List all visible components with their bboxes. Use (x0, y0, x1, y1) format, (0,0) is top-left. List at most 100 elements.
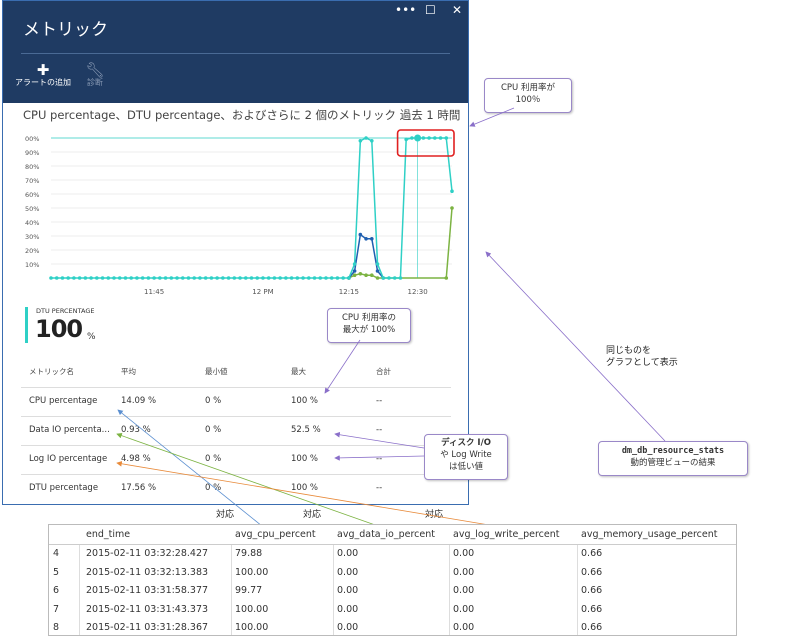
data-point (312, 276, 317, 280)
data-point (375, 262, 380, 266)
result-row[interactable]: 4 2015-02-11 03:32:28.427 79.88 0.00 0.00 0.6… (49, 544, 736, 563)
metrics-cell: -- (376, 454, 383, 464)
data-point (140, 276, 145, 280)
data-point (117, 276, 122, 280)
more-icon[interactable]: ••• (395, 3, 416, 17)
data-point (370, 273, 374, 277)
data-point (427, 136, 431, 140)
dtu-unit: % (87, 332, 96, 342)
result-column-header[interactable]: avg_data_io_percent (337, 529, 435, 540)
metrics-column-header: メトリック名 (29, 367, 74, 376)
result-row[interactable]: 7 2015-02-11 03:31:43.373 100.00 0.00 0.00 0.… (49, 600, 736, 619)
result-column-header[interactable]: avg_cpu_percent (235, 529, 316, 540)
data-point (169, 276, 174, 280)
row-number: 8 (53, 622, 60, 633)
metrics-cell: Log IO percentage (29, 454, 108, 464)
data-point (329, 276, 334, 280)
data-point (226, 276, 231, 280)
row-number: 5 (53, 566, 60, 578)
result-column-header[interactable]: avg_memory_usage_percent (581, 529, 717, 540)
data-point (180, 276, 185, 280)
hover-point (414, 134, 422, 142)
y-tick-label: 90% (25, 149, 39, 157)
data-point (198, 276, 202, 280)
metrics-table-row[interactable]: CPU percentage 14.09 % 0 % 100 % -- (21, 387, 451, 417)
metrics-cell: Data IO percenta... (29, 425, 110, 435)
maximize-icon[interactable]: ☐ (425, 3, 436, 17)
plus-icon: ✚ (36, 61, 50, 79)
callout-cpu-100-line1: CPU 利用率が (501, 83, 555, 93)
add-alert-button[interactable]: ✚ アラートの追加 (13, 63, 73, 88)
metrics-cell: 100 % (291, 483, 319, 493)
data-point (301, 276, 305, 280)
data-point (450, 189, 454, 193)
data-point (295, 276, 300, 280)
data-point (192, 276, 197, 280)
result-cell: 0.66 (581, 548, 603, 559)
metrics-cell: 0 % (205, 454, 222, 464)
note-taiou-3: 対応 (425, 510, 444, 520)
result-cell: 2015-02-11 03:32:13.383 (86, 566, 209, 578)
data-point (358, 272, 363, 276)
result-cell: 0.00 (337, 548, 359, 559)
metrics-table-row[interactable]: Log IO percentage 4.98 % 0 % 100 % -- (21, 445, 451, 475)
result-cell: 0.00 (453, 566, 475, 578)
data-point (215, 276, 219, 280)
result-cell: 0.00 (453, 622, 475, 633)
data-point (186, 276, 191, 280)
data-point (289, 276, 294, 280)
data-point (146, 276, 151, 280)
x-tick-label: 12 PM (252, 288, 273, 296)
result-cell: 100.00 (235, 622, 269, 633)
result-cell: 100.00 (235, 603, 269, 615)
data-point (438, 136, 443, 140)
data-point (112, 276, 116, 280)
callout-dmv-line1: dm_db_resource_stats (621, 446, 725, 456)
callout-cpu-100: CPU 利用率が 100％ (484, 78, 572, 113)
metrics-column-header: 平均 (121, 367, 136, 376)
x-tick-label: 12:15 (339, 288, 359, 296)
data-point (221, 276, 225, 280)
close-icon[interactable]: ✕ (452, 3, 462, 17)
add-alert-label: アラートの追加 (15, 78, 71, 87)
x-tick-label: 11:45 (144, 288, 164, 296)
metrics-blade: メトリック ••• ☐ ✕ ✚ アラートの追加 🔧︎ 診断 CPU percen… (2, 0, 469, 505)
data-point (444, 136, 449, 140)
data-point (352, 269, 357, 273)
data-point (106, 276, 111, 280)
header-divider (21, 53, 450, 54)
data-point (232, 276, 237, 280)
metrics-cell: 4.98 % (121, 454, 151, 464)
metrics-table-row[interactable]: Data IO percenta... 0.93 % 0 % 52.5 % -- (21, 416, 451, 446)
result-cell: 0.00 (453, 548, 475, 559)
callout-cpu-100-line2: 100％ (515, 95, 541, 105)
result-row[interactable]: 8 2015-02-11 03:31:28.367 100.00 0.00 0.00 0.… (49, 618, 736, 637)
result-cell: 2015-02-11 03:31:28.367 (86, 622, 209, 633)
result-grid[interactable]: end_time avg_cpu_percent avg_data_io_perce… (48, 524, 737, 636)
metrics-cell: 100 % (291, 454, 319, 464)
data-point (60, 276, 65, 280)
y-tick-label: 60% (25, 191, 39, 199)
y-tick-label: 40% (25, 219, 39, 227)
data-point (238, 276, 242, 280)
data-point (278, 276, 282, 280)
result-cell: 0.00 (453, 585, 475, 596)
data-point (158, 276, 162, 280)
result-row[interactable]: 6 2015-02-11 03:31:58.377 99.77 0.00 0.00 0.6… (49, 581, 736, 600)
metrics-cell: -- (376, 425, 383, 435)
wrench-icon: 🔧︎ (85, 61, 105, 79)
data-point (89, 276, 93, 280)
result-column-header[interactable]: end_time (86, 529, 130, 540)
result-cell: 0.66 (581, 622, 603, 633)
diagnostics-button[interactable]: 🔧︎ 診断 (65, 63, 125, 88)
metrics-chart[interactable]: 00% 90% 80% 70% 60% 50% 40% 30% 20% 10% 11:45 12 PM… (3, 126, 468, 301)
data-point (392, 276, 397, 280)
result-cell: 99.77 (235, 585, 263, 596)
data-point (249, 276, 254, 280)
metrics-table-row[interactable]: DTU percentage 17.56 % 0 % 100 % -- (21, 474, 451, 504)
data-point (370, 139, 374, 143)
metrics-cell: 0 % (205, 396, 222, 406)
result-column-header[interactable]: avg_log_write_percent (453, 529, 559, 540)
result-row[interactable]: 5 2015-02-11 03:32:13.383 100.00 0.00 0.00 0.… (49, 563, 736, 582)
row-number: 7 (53, 603, 60, 615)
